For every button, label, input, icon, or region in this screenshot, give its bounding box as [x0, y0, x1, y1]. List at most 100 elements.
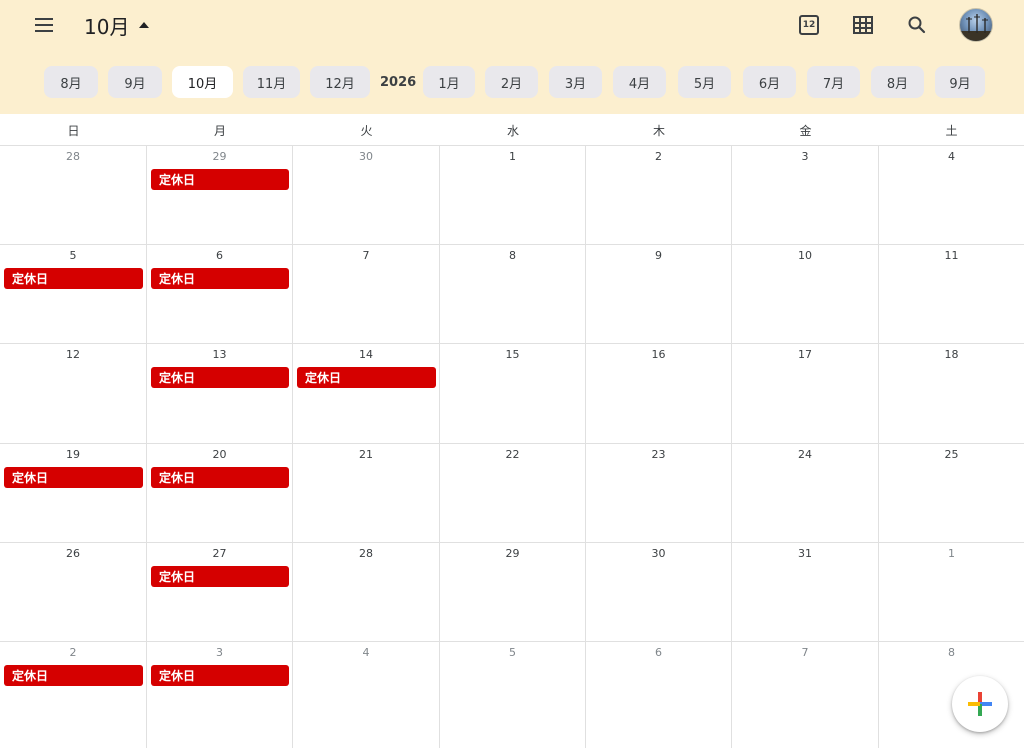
event-chip[interactable]: 定休日	[151, 169, 289, 190]
app-header: 10月 12 8月 9月 10月 11月 12月 2026 1月 2月 3月 4月 5月 6月 7月 8月…	[0, 0, 1024, 114]
event-chip[interactable]: 定休日	[297, 367, 436, 388]
month-pill[interactable]: 1月	[423, 66, 475, 98]
menu-button[interactable]	[24, 8, 64, 42]
date-number: 18	[944, 348, 959, 361]
date-number: 15	[505, 348, 520, 361]
day-cell[interactable]: 3	[732, 146, 879, 244]
view-switch-button[interactable]	[845, 8, 881, 42]
date-number: 5	[509, 646, 516, 659]
month-pill[interactable]: 11月	[243, 66, 300, 98]
day-cell[interactable]: 12	[0, 344, 147, 443]
day-cell[interactable]: 9	[586, 245, 732, 343]
day-cell[interactable]: 28	[293, 543, 440, 641]
date-number: 7	[362, 249, 370, 262]
day-cell[interactable]: 27 定休日	[147, 543, 293, 641]
event-chip[interactable]: 定休日	[4, 467, 143, 488]
day-cell[interactable]: 11	[879, 245, 1024, 343]
date-number: 24	[798, 448, 812, 461]
day-cell[interactable]: 22	[440, 444, 586, 542]
day-cell[interactable]: 29	[440, 543, 586, 641]
day-cell[interactable]: 2	[586, 146, 732, 244]
event-chip[interactable]: 定休日	[151, 665, 289, 686]
event-chip[interactable]: 定休日	[151, 566, 289, 587]
weekday-header: 日月火水木金土	[0, 114, 1024, 146]
event-chip[interactable]: 定休日	[151, 268, 289, 289]
day-cell[interactable]: 16	[586, 344, 732, 443]
date-number: 23	[651, 448, 666, 461]
day-cell[interactable]: 7	[732, 642, 879, 748]
day-cell[interactable]: 1	[440, 146, 586, 244]
date-number: 1	[948, 547, 955, 560]
day-cell[interactable]: 7	[293, 245, 440, 343]
date-number: 6	[655, 646, 662, 659]
day-cell[interactable]: 26	[0, 543, 147, 641]
day-cell[interactable]: 15	[440, 344, 586, 443]
month-pill[interactable]: 12月	[310, 66, 370, 98]
day-cell[interactable]: 6	[586, 642, 732, 748]
day-cell[interactable]: 10	[732, 245, 879, 343]
year-label: 2026	[380, 74, 417, 90]
day-cell[interactable]: 4	[879, 146, 1024, 244]
month-pill[interactable]: 3月	[549, 66, 602, 98]
date-number: 20	[212, 448, 227, 461]
day-cell[interactable]: 18	[879, 344, 1024, 443]
month-strip: 8月 9月 10月 11月 12月 2026 1月 2月 3月 4月 5月 6月 7月 8月 9月	[0, 66, 1024, 98]
day-cell[interactable]: 30	[293, 146, 440, 244]
date-number: 16	[651, 348, 666, 361]
date-number: 4	[948, 150, 955, 163]
day-cell[interactable]: 17	[732, 344, 879, 443]
day-cell[interactable]: 1	[879, 543, 1024, 641]
day-cell[interactable]: 13 定休日	[147, 344, 293, 443]
month-pill[interactable]: 5月	[678, 66, 731, 98]
month-pill[interactable]: 4月	[613, 66, 666, 98]
day-cell[interactable]: 25	[879, 444, 1024, 542]
day-cell[interactable]: 8	[440, 245, 586, 343]
month-pill[interactable]: 9月	[108, 66, 162, 98]
date-number: 7	[801, 646, 809, 659]
month-pill[interactable]: 8月	[44, 66, 98, 98]
event-chip[interactable]: 定休日	[151, 367, 289, 388]
day-cell[interactable]: 24	[732, 444, 879, 542]
day-cell[interactable]: 21	[293, 444, 440, 542]
date-number: 9	[655, 249, 662, 262]
today-button[interactable]: 12	[791, 8, 827, 42]
month-pill[interactable]: 2月	[485, 66, 538, 98]
day-cell[interactable]: 31	[732, 543, 879, 641]
create-event-button[interactable]	[952, 676, 1008, 732]
day-cell[interactable]: 3 定休日	[147, 642, 293, 748]
month-pill[interactable]: 9月	[935, 66, 985, 98]
month-pill[interactable]: 10月	[172, 66, 233, 98]
date-number: 28	[359, 547, 373, 560]
day-cell[interactable]: 30	[586, 543, 732, 641]
day-cell[interactable]: 2 定休日	[0, 642, 147, 748]
day-cell[interactable]: 4	[293, 642, 440, 748]
day-cell[interactable]: 5 定休日	[0, 245, 147, 343]
date-number: 29	[505, 547, 520, 560]
day-cell[interactable]: 29 定休日	[147, 146, 293, 244]
avatar[interactable]	[959, 8, 993, 42]
date-number: 19	[66, 448, 80, 461]
month-pill[interactable]: 6月	[743, 66, 796, 98]
month-pill[interactable]: 7月	[807, 66, 860, 98]
date-number: 26	[66, 547, 80, 560]
week-row: 12 13 定休日 14 定休日 15 16 17 18	[0, 344, 1024, 444]
day-cell[interactable]: 5	[440, 642, 586, 748]
date-number: 14	[359, 348, 373, 361]
plus-icon	[968, 692, 992, 716]
month-selector[interactable]: 10月	[84, 10, 150, 40]
day-cell[interactable]: 28	[0, 146, 147, 244]
date-number: 25	[944, 448, 959, 461]
day-cell[interactable]: 23	[586, 444, 732, 542]
search-button[interactable]	[899, 8, 935, 42]
day-cell[interactable]: 19 定休日	[0, 444, 147, 542]
day-cell[interactable]: 6 定休日	[147, 245, 293, 343]
day-cell[interactable]: 20 定休日	[147, 444, 293, 542]
event-chip[interactable]: 定休日	[4, 665, 143, 686]
month-pill[interactable]: 8月	[871, 66, 924, 98]
date-number: 8	[509, 249, 516, 262]
event-chip[interactable]: 定休日	[151, 467, 289, 488]
weekday-label: 金	[799, 123, 812, 138]
day-cell[interactable]: 14 定休日	[293, 344, 440, 443]
week-row: 19 定休日 20 定休日 21 22 23 24 25	[0, 444, 1024, 543]
event-chip[interactable]: 定休日	[4, 268, 143, 289]
